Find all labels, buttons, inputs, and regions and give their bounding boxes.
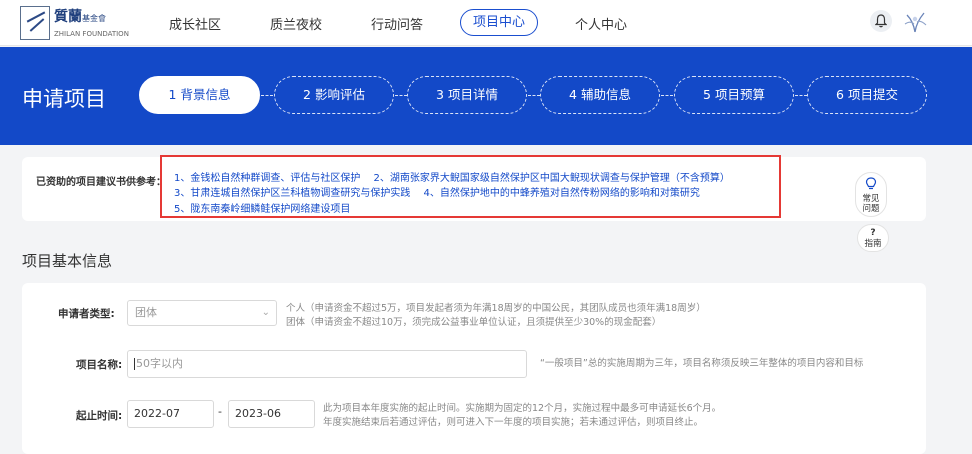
step-background-info[interactable]: 1 背景信息: [139, 76, 260, 114]
applicant-type-hint-individual: 个人（申请资金不超过5万，项目发起者须为年满18周岁的中国公民，其团队成员也须年…: [286, 303, 706, 314]
reference-link-line-1[interactable]: 1、金钱松自然种群调查、评估与社区保护 2、湖南张家界大鲵国家级自然保护区中国大…: [174, 169, 730, 184]
page-title: 申请项目: [22, 87, 106, 111]
faq-button[interactable]: 常见 问题: [855, 172, 887, 217]
project-name-label: 项目名称:: [76, 359, 123, 371]
text-cursor: [134, 358, 135, 370]
bell-icon[interactable]: [870, 10, 892, 32]
nav-item-qa[interactable]: 行动问答: [371, 14, 423, 34]
period-label: 起止时间:: [76, 410, 123, 422]
step-connector: [261, 95, 273, 96]
step-connector: [661, 95, 673, 96]
applicant-type-hint-group: 团体（申请资金不超过10万，须完成公益事业单位认证，且须提供至少30%的现金配套…: [286, 317, 662, 328]
start-date-picker[interactable]: 2022-07: [127, 400, 214, 428]
nav-item-project-center[interactable]: 项目中心: [460, 9, 538, 36]
faq-label-2: 问题: [862, 204, 880, 214]
applicant-type-value: 团体: [135, 306, 157, 319]
project-name-placeholder: 50字以内: [136, 357, 183, 370]
lightbulb-icon: [865, 177, 877, 190]
project-name-hint: “一般项目”总的实施周期为三年，项目名称须反映三年整体的项目内容和目标: [540, 358, 864, 369]
date-range-separator: -: [218, 405, 222, 418]
guide-label: 指南: [864, 239, 882, 249]
section-title: 项目基本信息: [22, 252, 113, 270]
step-connector: [795, 95, 807, 96]
orchid-avatar-icon[interactable]: [902, 10, 928, 34]
top-navbar: 質蘭基金會 ZHILAN FOUNDATION 成长社区 质兰夜校 行动问答 项…: [0, 0, 972, 46]
step-auxiliary-info[interactable]: 4 辅助信息: [540, 76, 660, 114]
step-project-submit[interactable]: 6 项目提交: [807, 76, 927, 114]
guide-button[interactable]: ? 指南: [857, 224, 889, 252]
period-hint-2: 年度实施结束后若通过评估，则可进入下一年度的项目实施；若未通过评估，则项目终止。: [323, 417, 704, 428]
nav-item-growth-community[interactable]: 成长社区: [169, 14, 221, 34]
reference-link-line-3[interactable]: 5、陇东南秦岭细鳞鲑保护网络建设项目: [174, 200, 350, 215]
step-connector: [528, 95, 540, 96]
orchid-logo-icon: [20, 6, 50, 40]
reference-label: 已资助的项目建议书供参考：: [36, 177, 166, 188]
step-connector: [395, 95, 407, 96]
nav-item-personal-center[interactable]: 个人中心: [575, 14, 627, 34]
project-name-input[interactable]: 50字以内: [127, 350, 527, 378]
applicant-type-label: 申请者类型:: [58, 308, 115, 320]
logo-text: 質蘭基金會: [54, 9, 106, 25]
step-project-budget[interactable]: 5 项目预算: [674, 76, 794, 114]
applicant-type-select[interactable]: 团体 ⌄: [127, 300, 277, 326]
end-date-picker[interactable]: 2023-06: [228, 400, 315, 428]
step-impact-assessment[interactable]: 2 影响评估: [274, 76, 394, 114]
reference-link-line-2[interactable]: 3、甘肃连城自然保护区兰科植物调查研究与保护实践 4、自然保护地中的中蜂养殖对自…: [174, 184, 700, 199]
step-project-details[interactable]: 3 项目详情: [407, 76, 527, 114]
logo[interactable]: 質蘭基金會 ZHILAN FOUNDATION: [20, 6, 129, 40]
faq-label-1: 常见: [862, 194, 880, 204]
period-hint-1: 此为项目本年度实施的起止时间。实施期为固定的12个月，实施过程中最多可申请延长6…: [323, 403, 722, 414]
chevron-down-icon: ⌄: [261, 307, 270, 318]
question-icon: ?: [870, 228, 876, 238]
logo-english-text: ZHILAN FOUNDATION: [54, 30, 129, 38]
nav-item-night-school[interactable]: 质兰夜校: [270, 14, 322, 34]
